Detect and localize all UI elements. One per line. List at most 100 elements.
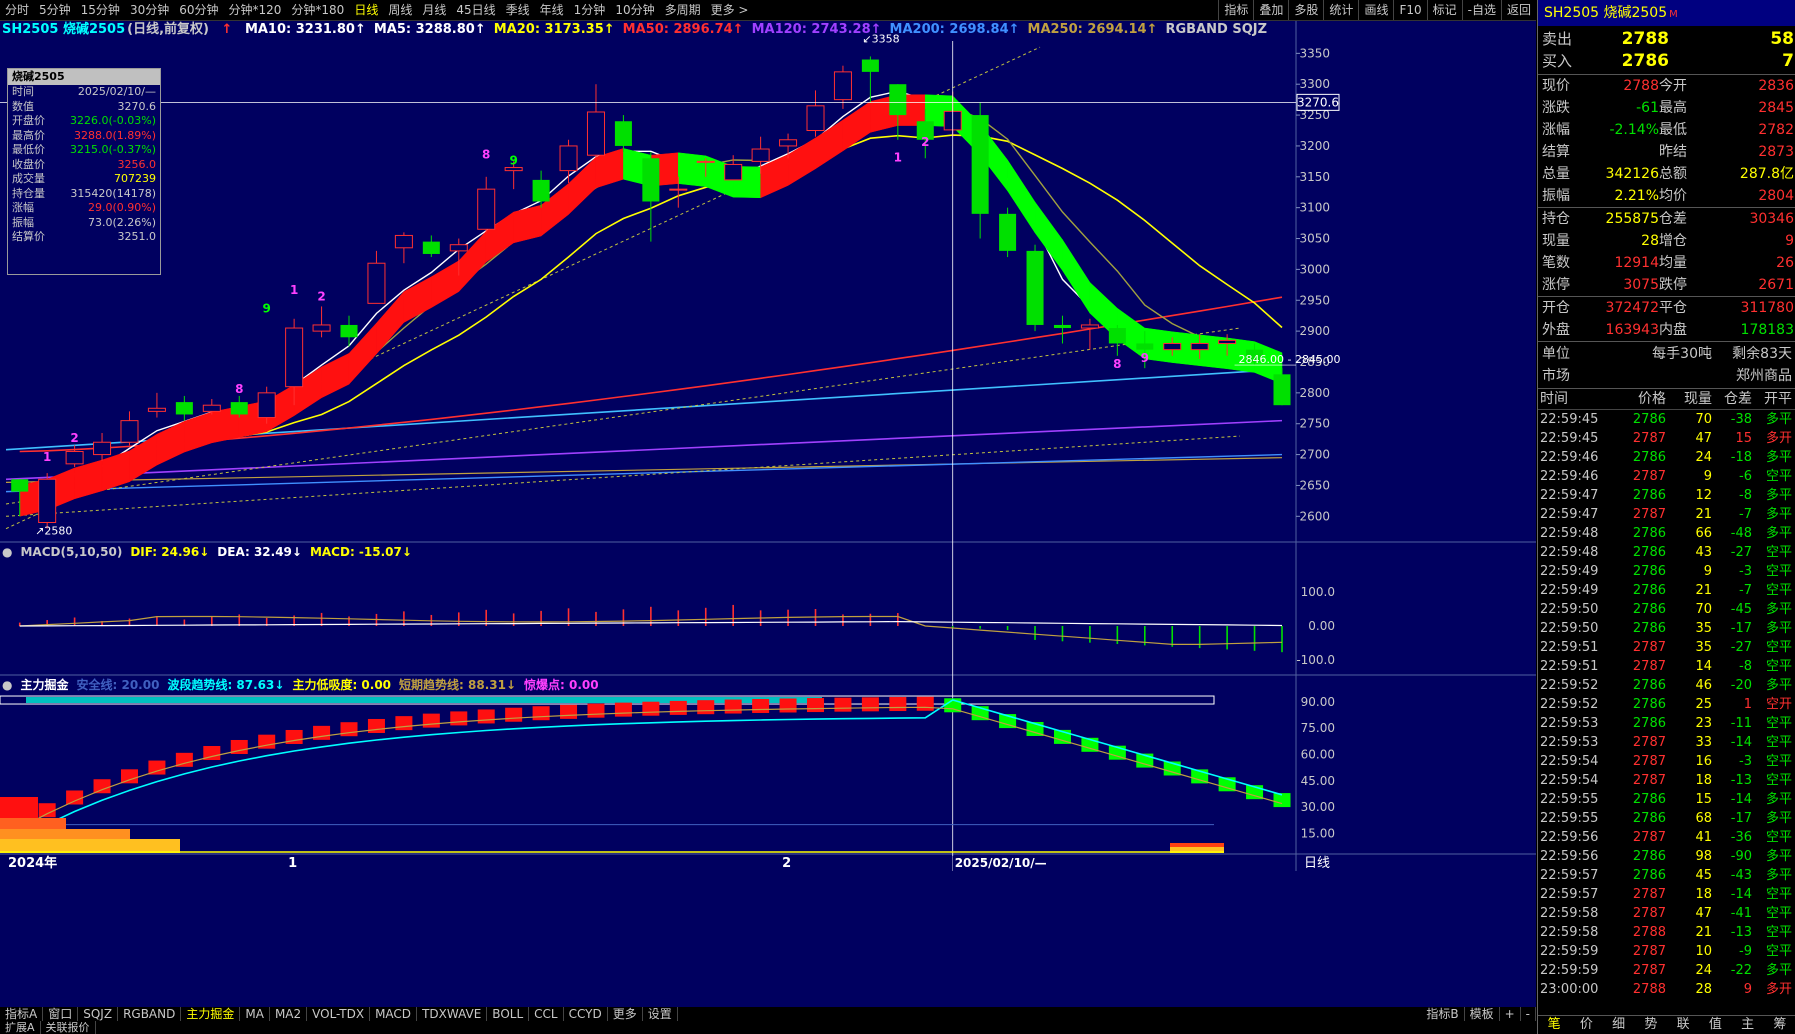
collapse-icon[interactable]: ● xyxy=(2,545,12,559)
indicator-right-1[interactable]: 模板 xyxy=(1465,1007,1500,1021)
tick-row[interactable]: 22:59:52 2786 25 1 空开 xyxy=(1538,695,1795,714)
tick-row[interactable]: 22:59:54 2787 18 -13 空平 xyxy=(1538,771,1795,790)
chart-area[interactable]: 3350 3300 3250 3200 3150 3100 3050 3000 2950 2900… xyxy=(0,21,1536,1007)
tick-row[interactable]: 22:59:59 2787 24 -22 多平 xyxy=(1538,961,1795,980)
toolbar-button-7[interactable]: -自选 xyxy=(1461,0,1501,20)
candle-info-box[interactable]: 烧碱2505 时间 2025/02/10/— 数值 3270.6 开盘价 3226.0(-… xyxy=(7,68,161,275)
tick-row[interactable]: 22:59:54 2787 16 -3 空平 xyxy=(1538,752,1795,771)
toolbar-button-0[interactable]: 指标 xyxy=(1218,0,1253,20)
quote-tab-5[interactable]: 值 xyxy=(1699,1016,1731,1034)
tick-row[interactable]: 22:59:56 2786 98 -90 多平 xyxy=(1538,847,1795,866)
indicator-tab-1[interactable]: 窗口 xyxy=(43,1007,79,1021)
tick-row[interactable]: 22:59:51 2787 14 -8 空平 xyxy=(1538,657,1795,676)
tick-row[interactable]: 22:59:57 2786 45 -43 多平 xyxy=(1538,866,1795,885)
indicator-right-2[interactable]: + xyxy=(1500,1007,1521,1021)
tick-row[interactable]: 22:59:45 2787 47 15 多开 xyxy=(1538,429,1795,448)
period-tab-6[interactable]: 分钟*180 xyxy=(286,0,349,20)
tick-row[interactable]: 22:59:48 2786 43 -27 空平 xyxy=(1538,543,1795,562)
toolbar-button-5[interactable]: F10 xyxy=(1393,0,1426,20)
period-tab-16[interactable]: 更多 > xyxy=(706,0,754,20)
candle-body xyxy=(285,327,304,388)
tick-row[interactable]: 22:59:47 2786 12 -8 多平 xyxy=(1538,486,1795,505)
indicator-tab-6[interactable]: MA2 xyxy=(270,1007,308,1021)
status-item-0[interactable]: 扩展A xyxy=(0,1021,41,1034)
tick-row[interactable]: 22:59:49 2786 21 -7 空平 xyxy=(1538,581,1795,600)
indicator-tab-0[interactable]: 指标A xyxy=(0,1007,44,1021)
toolbar-button-8[interactable]: 返回 xyxy=(1500,0,1536,20)
info-row: 涨幅 29.0(0.90%) xyxy=(8,201,160,216)
indicator-tab-5[interactable]: MA xyxy=(240,1007,270,1021)
buy-price[interactable]: 2786 xyxy=(1584,50,1669,72)
indicator-tab-8[interactable]: MACD xyxy=(370,1007,418,1021)
quote-tab-1[interactable]: 价 xyxy=(1570,1016,1602,1034)
indicator-tab-14[interactable]: 设置 xyxy=(643,1007,678,1021)
indicator-tab-12[interactable]: CCYD xyxy=(564,1007,608,1021)
period-tab-8[interactable]: 周线 xyxy=(383,0,417,20)
sell-price[interactable]: 2788 xyxy=(1584,28,1669,50)
toolbar-button-2[interactable]: 多股 xyxy=(1288,0,1323,20)
tick-row[interactable]: 22:59:56 2787 41 -36 空平 xyxy=(1538,828,1795,847)
tick-row[interactable]: 22:59:55 2786 68 -17 多平 xyxy=(1538,809,1795,828)
period-tab-11[interactable]: 季线 xyxy=(501,0,535,20)
toolbar-button-3[interactable]: 统计 xyxy=(1323,0,1358,20)
tick-row[interactable]: 22:59:50 2786 35 -17 多平 xyxy=(1538,619,1795,638)
indicator-tab-4[interactable]: 主力掘金 xyxy=(181,1007,241,1021)
period-tab-4[interactable]: 60分钟 xyxy=(174,0,223,20)
indicator-right-3[interactable]: - xyxy=(1521,1007,1536,1021)
tick-row[interactable]: 22:59:55 2786 15 -14 多平 xyxy=(1538,790,1795,809)
toolbar-button-1[interactable]: 叠加 xyxy=(1253,0,1288,20)
indicator-tab-13[interactable]: 更多 xyxy=(608,1007,643,1021)
indicator-right-0[interactable]: 指标B xyxy=(1421,1007,1465,1021)
tick-row[interactable]: 22:59:47 2787 21 -7 多平 xyxy=(1538,505,1795,524)
period-tab-9[interactable]: 月线 xyxy=(417,0,451,20)
indicator-tab-7[interactable]: VOL-TDX xyxy=(307,1007,371,1021)
period-tab-1[interactable]: 5分钟 xyxy=(34,0,76,20)
tick-table[interactable]: 22:59:45 2786 70 -38 多平 22:59:45 2787 47 15 多开 22:… xyxy=(1538,410,1795,999)
period-tab-2[interactable]: 15分钟 xyxy=(76,0,125,20)
status-item-1[interactable]: 关联报价 xyxy=(41,1021,96,1034)
toolbar-button-4[interactable]: 画线 xyxy=(1358,0,1393,20)
collapse-icon[interactable]: ● xyxy=(2,678,12,692)
tick-row[interactable]: 23:00:00 2788 28 9 多开 xyxy=(1538,980,1795,999)
period-tab-12[interactable]: 年线 xyxy=(535,0,569,20)
zljj-title[interactable]: 主力掘金 xyxy=(20,678,68,692)
period-tab-0[interactable]: 分时 xyxy=(0,0,34,20)
legend-symbol[interactable]: SH2505 烧碱2505 xyxy=(2,22,125,37)
period-tab-3[interactable]: 30分钟 xyxy=(125,0,174,20)
tick-row[interactable]: 22:59:46 2787 9 -6 空平 xyxy=(1538,467,1795,486)
quote-tab-0[interactable]: 笔 xyxy=(1538,1016,1570,1034)
tick-row[interactable]: 22:59:51 2787 35 -27 空平 xyxy=(1538,638,1795,657)
period-tab-10[interactable]: 45日线 xyxy=(451,0,500,20)
quote-label: 最高 xyxy=(1659,100,1687,116)
tick-row[interactable]: 22:59:49 2786 9 -3 空平 xyxy=(1538,562,1795,581)
indicator-tab-9[interactable]: TDXWAVE xyxy=(417,1007,488,1021)
period-tab-15[interactable]: 多周期 xyxy=(660,0,706,20)
tick-row[interactable]: 22:59:53 2787 33 -14 空平 xyxy=(1538,733,1795,752)
period-tab-5[interactable]: 分钟*120 xyxy=(224,0,287,20)
tick-row[interactable]: 22:59:59 2787 10 -9 空平 xyxy=(1538,942,1795,961)
indicator-tab-2[interactable]: SQJZ xyxy=(78,1007,119,1021)
tick-row[interactable]: 22:59:53 2786 23 -11 空平 xyxy=(1538,714,1795,733)
indicator-tab-3[interactable]: RGBAND xyxy=(118,1007,182,1021)
tick-row[interactable]: 22:59:52 2786 46 -20 多平 xyxy=(1538,676,1795,695)
period-tab-14[interactable]: 10分钟 xyxy=(610,0,659,20)
tick-row[interactable]: 22:59:58 2787 47 -41 空平 xyxy=(1538,904,1795,923)
quote-tab-3[interactable]: 势 xyxy=(1635,1016,1667,1034)
quote-tab-2[interactable]: 细 xyxy=(1603,1016,1635,1034)
tick-row[interactable]: 22:59:57 2787 18 -14 空平 xyxy=(1538,885,1795,904)
macd-title[interactable]: MACD(5,10,50) xyxy=(20,545,122,559)
quote-tab-4[interactable]: 联 xyxy=(1667,1016,1699,1034)
tick-row[interactable]: 22:59:50 2786 70 -45 多平 xyxy=(1538,600,1795,619)
quote-tab-7[interactable]: 筹 xyxy=(1764,1016,1795,1034)
indicator-tab-10[interactable]: BOLL xyxy=(487,1007,530,1021)
tick-row[interactable]: 22:59:45 2786 70 -38 多平 xyxy=(1538,410,1795,429)
chart-canvas[interactable]: 3350330032503200315031003050300029502900… xyxy=(0,21,1536,1007)
period-tab-7[interactable]: 日线 xyxy=(349,0,383,20)
tick-row[interactable]: 22:59:46 2786 24 -18 多平 xyxy=(1538,448,1795,467)
indicator-tab-11[interactable]: CCL xyxy=(529,1007,564,1021)
toolbar-button-6[interactable]: 标记 xyxy=(1426,0,1462,20)
quote-tab-6[interactable]: 主 xyxy=(1732,1016,1764,1034)
period-tab-13[interactable]: 1分钟 xyxy=(569,0,611,20)
tick-row[interactable]: 22:59:48 2786 66 -48 多平 xyxy=(1538,524,1795,543)
tick-row[interactable]: 22:59:58 2788 21 -13 空平 xyxy=(1538,923,1795,942)
